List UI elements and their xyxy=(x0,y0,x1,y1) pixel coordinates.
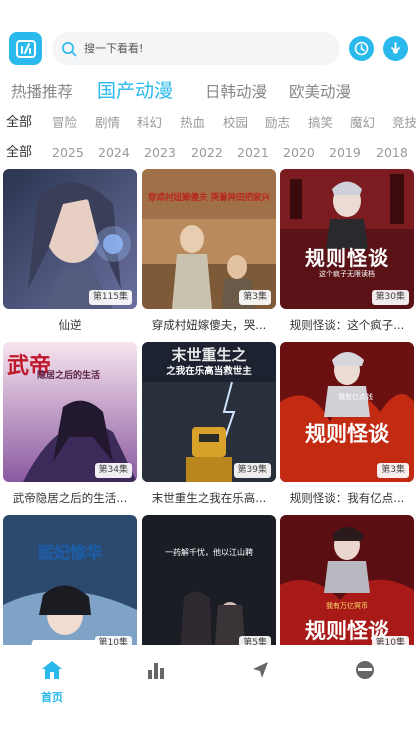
poster-subtitle-text: 之我在乐高当救世主 xyxy=(166,366,252,377)
nav-profile[interactable] xyxy=(335,659,395,681)
year-item[interactable]: 2019 xyxy=(329,142,361,164)
anime-title: 规则怪谈：我有亿点... xyxy=(289,491,405,505)
anime-title: 穿成村妞嫁傻夫，哭... xyxy=(151,318,267,332)
poster-image: 我有万亿冥币 规则怪谈 第10集 xyxy=(280,515,414,645)
poster-subtitle-text: 我有万亿冥币 xyxy=(326,602,368,610)
search-icon xyxy=(58,38,80,60)
search-bar[interactable] xyxy=(52,32,340,65)
poster-subtitle-text: 这个疯子无限读档 xyxy=(319,270,375,278)
home-icon xyxy=(22,659,82,681)
tab-jp-kr-anime[interactable]: 日韩动漫 xyxy=(205,78,267,106)
poster-title-text: 规则怪谈 xyxy=(305,422,389,446)
anime-card[interactable]: 规则怪谈 这个疯子无限读档 第30集 规则怪谈：这个疯子... xyxy=(280,169,414,333)
anime-title: 末世重生之我在乐高... xyxy=(151,491,267,505)
poster-title-text: 规则怪谈 xyxy=(305,246,389,270)
genre-item[interactable]: 冒险 xyxy=(52,112,77,134)
poster-image: 一药解千忧，他以江山聘 第5集 xyxy=(142,515,276,645)
poster-title-text: 医妃惊华 xyxy=(37,543,103,563)
poster-title-text: 一药解千忧，他以江山聘 xyxy=(165,548,253,557)
episode-badge: 第30集 xyxy=(371,290,409,305)
poster-subtitle-text: 隐居之后的生活 xyxy=(37,371,101,381)
year-item[interactable]: 2022 xyxy=(191,142,223,164)
episode-badge: 第3集 xyxy=(377,463,409,478)
genre-item[interactable]: 校园 xyxy=(223,112,248,134)
category-tabs: 热播推荐 国产动漫 日韩动漫 欧美动漫 xyxy=(0,78,417,108)
episode-badge: 第10集 xyxy=(94,636,132,645)
genre-filter: 全部 冒险 剧情 科幻 热血 校园 励志 搞笑 魔幻 竞技 xyxy=(0,112,417,134)
download-icon xyxy=(391,42,400,54)
poster-title-text: 穿成村妞嫁傻夫 哭着种田把家兴 xyxy=(148,193,270,203)
anime-title: 规则怪谈：这个疯子... xyxy=(289,318,405,332)
nav-ranking[interactable] xyxy=(126,659,186,681)
anime-title: 武帝隐居之后的生活... xyxy=(12,491,128,505)
anime-card[interactable]: 医妃惊华 第10集 xyxy=(3,515,137,645)
nav-home-label: 首页 xyxy=(41,691,63,704)
anime-card[interactable]: 武帝 隐居之后的生活 第34集 武帝隐居之后的生活... xyxy=(3,342,137,506)
episode-badge: 第39集 xyxy=(233,463,271,478)
genre-item[interactable]: 魔幻 xyxy=(350,112,375,134)
genre-all[interactable]: 全部 xyxy=(6,112,32,134)
poster-subtitle-text: 我有亿点钱 xyxy=(338,393,373,401)
anime-card[interactable]: 第115集 仙逆 xyxy=(3,169,137,333)
year-item[interactable]: 2021 xyxy=(237,142,269,164)
logo-icon xyxy=(15,39,36,58)
genre-item[interactable]: 竞技 xyxy=(392,112,417,134)
poster-image: 医妃惊华 第10集 xyxy=(3,515,137,645)
episode-badge: 第115集 xyxy=(88,290,132,305)
ranking-icon xyxy=(126,659,186,681)
anime-grid: 第115集 仙逆 穿成村妞嫁傻夫 哭着种田把家兴 第3集 穿成村妞嫁傻夫，哭..… xyxy=(0,167,417,645)
anime-card[interactable]: 一药解千忧，他以江山聘 第5集 xyxy=(142,515,276,645)
navigation-icon xyxy=(230,659,290,681)
anime-card[interactable]: 穿成村妞嫁傻夫 哭着种田把家兴 第3集 穿成村妞嫁傻夫，哭... xyxy=(142,169,276,333)
anime-card[interactable]: 末世重生之 之我在乐高当救世主 第39集 末世重生之我在乐高... xyxy=(142,342,276,506)
episode-badge: 第3集 xyxy=(239,290,271,305)
tab-western-anime[interactable]: 欧美动漫 xyxy=(289,78,351,106)
nav-discover[interactable] xyxy=(230,659,290,681)
genre-item[interactable]: 热血 xyxy=(180,112,205,134)
year-filter: 全部 2025 2024 2023 2022 2021 2020 2019 20… xyxy=(0,142,417,164)
episode-badge: 第5集 xyxy=(239,636,271,645)
app-logo[interactable] xyxy=(9,32,42,65)
anime-title: 仙逆 xyxy=(58,318,82,332)
poster-image: 穿成村妞嫁傻夫 哭着种田把家兴 第3集 xyxy=(142,169,276,309)
genre-item[interactable]: 科幻 xyxy=(137,112,162,134)
year-item[interactable]: 2018 xyxy=(376,142,408,164)
genre-item[interactable]: 励志 xyxy=(265,112,290,134)
genre-item[interactable]: 搞笑 xyxy=(308,112,333,134)
year-item[interactable]: 2024 xyxy=(98,142,130,164)
top-bar xyxy=(0,0,417,70)
episode-badge: 第34集 xyxy=(94,463,132,478)
poster-title-text: 末世重生之 xyxy=(171,346,247,364)
tab-hot[interactable]: 热播推荐 xyxy=(11,78,73,106)
bottom-nav: 首页 xyxy=(0,645,417,741)
history-button[interactable] xyxy=(349,36,374,61)
year-item[interactable]: 2020 xyxy=(283,142,315,164)
poster-image: 武帝 隐居之后的生活 第34集 xyxy=(3,342,137,482)
anime-card[interactable]: 我有万亿冥币 规则怪谈 第10集 xyxy=(280,515,414,645)
poster-image: 末世重生之 之我在乐高当救世主 第39集 xyxy=(142,342,276,482)
year-item[interactable]: 2025 xyxy=(52,142,84,164)
clock-icon xyxy=(354,41,369,56)
anime-card[interactable]: 我有亿点钱 规则怪谈 第3集 规则怪谈：我有亿点... xyxy=(280,342,414,506)
genre-item[interactable]: 剧情 xyxy=(95,112,120,134)
year-all[interactable]: 全部 xyxy=(6,142,32,164)
tab-domestic-anime[interactable]: 国产动漫 xyxy=(97,77,173,105)
search-input[interactable] xyxy=(84,42,324,55)
nav-home[interactable]: 首页 xyxy=(22,659,82,705)
poster-image: 规则怪谈 这个疯子无限读档 第30集 xyxy=(280,169,414,309)
poster-image: 我有亿点钱 规则怪谈 第3集 xyxy=(280,342,414,482)
profile-icon xyxy=(335,659,395,681)
download-button[interactable] xyxy=(383,36,408,61)
poster-image: 第115集 xyxy=(3,169,137,309)
episode-badge: 第10集 xyxy=(371,636,409,645)
year-item[interactable]: 2023 xyxy=(144,142,176,164)
